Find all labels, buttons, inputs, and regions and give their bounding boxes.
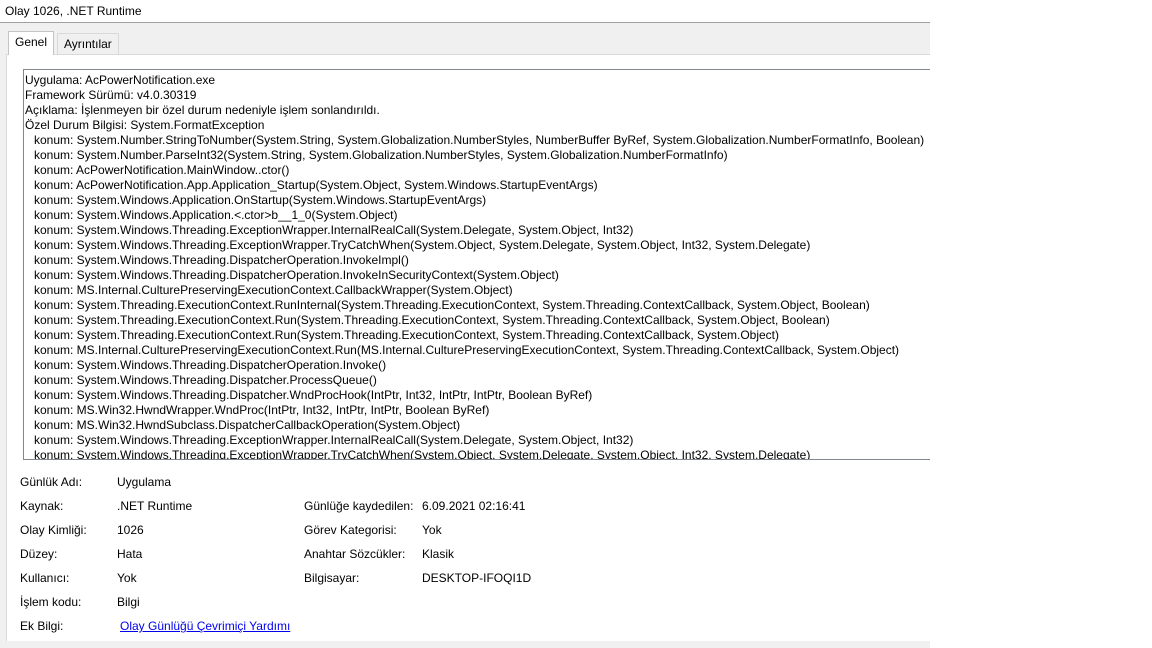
user-value: Yok	[117, 571, 137, 585]
logged-label: Günlüğe kaydedilen:	[304, 499, 414, 513]
stack-trace-line: konum: System.Windows.Threading.Dispatch…	[34, 253, 409, 267]
event-properties-panel: Olay 1026, .NET Runtime Genel Ayrıntılar…	[0, 0, 930, 648]
tab-details[interactable]: Ayrıntılar	[57, 33, 119, 54]
stack-trace-line: konum: AcPowerNotification.App.Applicati…	[34, 178, 598, 192]
stack-trace-line: konum: MS.Win32.HwndWrapper.WndProc(IntP…	[34, 403, 490, 417]
event-description-box[interactable]: Uygulama: AcPowerNotification.exe Framew…	[23, 69, 930, 460]
stack-trace-line: konum: System.Windows.Threading.Dispatch…	[34, 268, 559, 282]
description-line: Özel Durum Bilgisi: System.FormatExcepti…	[25, 118, 265, 132]
stack-trace-line: konum: System.Windows.Threading.Dispatch…	[34, 358, 387, 372]
stack-trace-line: konum: System.Windows.Threading.Exceptio…	[34, 238, 811, 252]
stack-trace-line: konum: MS.Internal.CulturePreservingExec…	[34, 343, 900, 357]
stack-trace-line: konum: System.Threading.ExecutionContext…	[34, 298, 870, 312]
online-help-link[interactable]: Olay Günlüğü Çevrimiçi Yardımı	[120, 619, 290, 633]
event-id-label: Olay Kimliği:	[20, 523, 87, 537]
level-label: Düzey:	[20, 547, 58, 561]
computer-value: DESKTOP-IFOQI1D	[422, 571, 532, 585]
task-category-value: Yok	[422, 523, 442, 537]
title-bar: Olay 1026, .NET Runtime	[0, 0, 930, 23]
stack-trace-line: konum: System.Number.ParseInt32(System.S…	[34, 148, 728, 162]
logged-value: 6.09.2021 02:16:41	[422, 499, 526, 513]
stack-trace-line: konum: System.Threading.ExecutionContext…	[34, 328, 780, 342]
event-id-value: 1026	[117, 523, 144, 537]
description-line: Açıklama: İşlenmeyen bir özel durum nede…	[25, 103, 380, 117]
stack-trace-line: konum: System.Number.StringToNumber(Syst…	[34, 133, 925, 147]
task-category-label: Görev Kategorisi:	[304, 523, 397, 537]
stack-trace-line: konum: System.Windows.Threading.Exceptio…	[34, 448, 811, 460]
window-title: Olay 1026, .NET Runtime	[5, 4, 142, 18]
source-label: Kaynak:	[20, 499, 64, 513]
description-line: Framework Sürümü: v4.0.30319	[25, 88, 197, 102]
opcode-label: İşlem kodu:	[20, 595, 82, 609]
computer-label: Bilgisayar:	[304, 571, 360, 585]
more-info-label: Ek Bilgi:	[20, 619, 64, 633]
stack-trace-line: konum: System.Threading.ExecutionContext…	[34, 313, 830, 327]
log-name-label: Günlük Adı:	[20, 475, 83, 489]
keywords-value: Klasik	[422, 547, 455, 561]
level-value: Hata	[117, 547, 143, 561]
stack-trace-line: konum: System.Windows.Threading.Dispatch…	[34, 388, 593, 402]
source-value: .NET Runtime	[117, 499, 193, 513]
stack-trace-line: konum: MS.Internal.CulturePreservingExec…	[34, 283, 513, 297]
stack-trace-line: konum: System.Windows.Application.<.ctor…	[34, 208, 398, 222]
stack-trace-line: konum: System.Windows.Threading.Exceptio…	[34, 433, 634, 447]
description-line: Uygulama: AcPowerNotification.exe	[25, 73, 216, 87]
log-name-value: Uygulama	[117, 475, 172, 489]
stack-trace-line: konum: MS.Win32.HwndSubclass.DispatcherC…	[34, 418, 461, 432]
user-label: Kullanıcı:	[20, 571, 70, 585]
stack-trace-line: konum: AcPowerNotification.MainWindow..c…	[34, 163, 290, 177]
stack-trace-line: konum: System.Windows.Threading.Dispatch…	[34, 373, 377, 387]
keywords-label: Anahtar Sözcükler:	[304, 547, 406, 561]
tab-general[interactable]: Genel	[8, 31, 55, 55]
opcode-value: Bilgi	[117, 595, 140, 609]
stack-trace-line: konum: System.Windows.Threading.Exceptio…	[34, 223, 634, 237]
stack-trace-line: konum: System.Windows.Application.OnStar…	[34, 193, 487, 207]
